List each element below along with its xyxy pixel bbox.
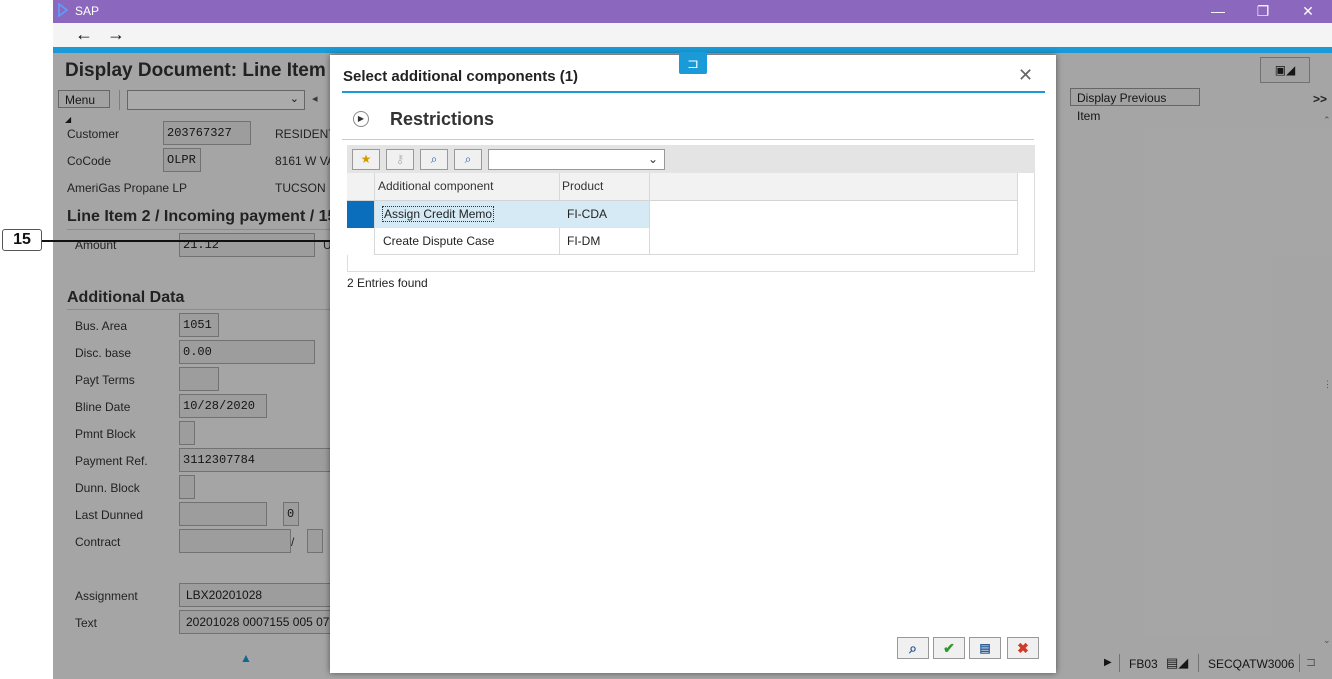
sap-logo-icon xyxy=(58,3,68,17)
search-binoculars-icon[interactable]: ⌕ xyxy=(897,637,929,659)
restore-button[interactable]: ❐ xyxy=(1243,0,1283,23)
sap-dialog-icon: ⊐ xyxy=(679,52,707,74)
expand-restrictions-icon[interactable]: ▶ xyxy=(353,111,369,127)
minimize-button[interactable]: — xyxy=(1198,0,1238,23)
select-components-dialog: ⊐ Select additional components (1) ✕ ▶ R… xyxy=(330,52,1056,673)
table-cell-component[interactable]: Assign Credit Memo xyxy=(375,201,559,228)
column-divider xyxy=(1017,173,1018,254)
entries-found-text: 2 Entries found xyxy=(347,276,428,290)
callout-line xyxy=(42,240,345,242)
chevron-down-icon: ⌄ xyxy=(647,152,658,166)
back-arrow-icon[interactable]: ← xyxy=(75,23,93,45)
column-divider xyxy=(649,173,650,254)
table-cell-product[interactable]: FI-CDA xyxy=(559,201,649,228)
find-next-icon[interactable]: ⌕ xyxy=(454,149,482,170)
close-window-button[interactable]: ✕ xyxy=(1288,0,1328,23)
grid-toolbar xyxy=(347,145,1035,173)
table-cell-product[interactable]: FI-DM xyxy=(559,228,649,255)
grid-layout-dropdown[interactable]: ⌄ xyxy=(488,149,665,170)
restrictions-divider xyxy=(342,139,1034,140)
dialog-title-divider xyxy=(342,91,1045,93)
close-dialog-icon[interactable]: ✕ xyxy=(1018,65,1033,86)
cancel-icon[interactable]: ✖ xyxy=(1007,637,1039,659)
column-header-product[interactable]: Product xyxy=(559,173,649,200)
confirm-check-icon[interactable]: ✔ xyxy=(933,637,965,659)
table-cell-component[interactable]: Create Dispute Case xyxy=(375,228,559,255)
row-selector[interactable] xyxy=(347,228,374,255)
window-title-bar: SAP — ❐ ✕ xyxy=(53,0,1332,23)
print-list-icon[interactable]: ▤ xyxy=(969,637,1001,659)
component-name: Assign Credit Memo xyxy=(381,206,495,222)
forward-arrow-icon[interactable]: → xyxy=(107,23,125,45)
dialog-title: Select additional components (1) xyxy=(343,68,579,85)
navigation-bar: ← → xyxy=(53,23,1332,47)
app-name: SAP xyxy=(75,4,100,18)
find-icon[interactable]: ⌕ xyxy=(420,149,448,170)
key-icon: ⚷ xyxy=(386,149,414,170)
add-favorite-icon[interactable]: ★ xyxy=(352,149,380,170)
column-header-component[interactable]: Additional component xyxy=(375,173,559,200)
restrictions-heading[interactable]: Restrictions xyxy=(390,109,494,130)
row-selector[interactable] xyxy=(347,201,374,228)
callout-badge: 15 xyxy=(2,229,42,251)
